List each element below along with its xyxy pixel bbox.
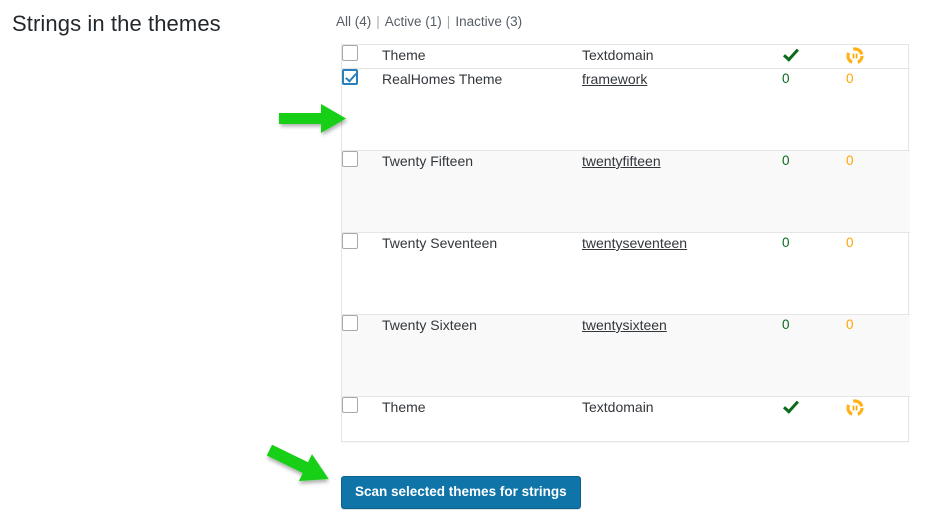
filter-links: All (4) | Active (1) | Inactive (3) bbox=[336, 14, 522, 29]
filter-link-active[interactable]: Active (1) bbox=[385, 14, 442, 29]
column-header-theme[interactable]: Theme bbox=[382, 45, 582, 69]
table-row: Twenty Seventeen twentyseventeen 0 0 bbox=[342, 233, 910, 315]
row-checkbox-cell bbox=[342, 151, 382, 233]
textdomain-link[interactable]: twentyfifteen bbox=[582, 153, 661, 169]
textdomain-link[interactable]: framework bbox=[582, 71, 647, 87]
annotation-arrow-button bbox=[260, 444, 340, 495]
column-footer-sync[interactable] bbox=[846, 397, 910, 441]
select-all-checkbox[interactable] bbox=[342, 45, 358, 61]
needs-update-count: 0 bbox=[846, 71, 854, 86]
table-row: RealHomes Theme framework 0 0 bbox=[342, 69, 910, 151]
page-title: Strings in the themes bbox=[12, 11, 221, 36]
needs-update-count: 0 bbox=[846, 317, 854, 332]
column-footer-textdomain[interactable]: Textdomain bbox=[582, 397, 782, 441]
textdomain-cell: framework bbox=[582, 69, 782, 151]
row-checkbox-cell bbox=[342, 69, 382, 151]
themes-table: Theme Textdomain RealHomes Theme framewo… bbox=[341, 44, 910, 442]
select-all-footer-cell bbox=[342, 397, 382, 441]
select-all-footer-checkbox[interactable] bbox=[342, 397, 358, 413]
scan-selected-themes-button[interactable]: Scan selected themes for strings bbox=[341, 476, 581, 509]
table-footer-row: Theme Textdomain bbox=[342, 397, 910, 441]
theme-name: RealHomes Theme bbox=[382, 71, 503, 87]
textdomain-cell: twentysixteen bbox=[582, 315, 782, 397]
textdomain-cell: twentyseventeen bbox=[582, 233, 782, 315]
theme-name: Twenty Seventeen bbox=[382, 235, 498, 251]
translated-count: 0 bbox=[782, 153, 790, 168]
select-all-cell bbox=[342, 45, 382, 69]
textdomain-cell: twentyfifteen bbox=[582, 151, 782, 233]
column-header-translated[interactable] bbox=[782, 45, 846, 69]
row-checkbox[interactable] bbox=[342, 151, 358, 167]
translated-count: 0 bbox=[782, 235, 790, 250]
row-checkbox-cell bbox=[342, 233, 382, 315]
column-footer-theme[interactable]: Theme bbox=[382, 397, 582, 441]
theme-name: Twenty Fifteen bbox=[382, 153, 474, 169]
translated-count: 0 bbox=[782, 71, 790, 86]
row-checkbox[interactable] bbox=[342, 315, 358, 331]
filter-link-inactive[interactable]: Inactive (3) bbox=[455, 14, 522, 29]
table-row: Twenty Sixteen twentysixteen 0 0 bbox=[342, 314, 910, 397]
filter-separator: | bbox=[446, 14, 451, 29]
annotation-arrow-checkbox bbox=[276, 100, 350, 143]
check-icon bbox=[782, 45, 800, 63]
filter-separator: | bbox=[376, 14, 380, 29]
translated-count: 0 bbox=[782, 317, 790, 332]
needs-update-count: 0 bbox=[846, 235, 854, 250]
textdomain-link[interactable]: twentysixteen bbox=[582, 317, 667, 333]
theme-name: Twenty Sixteen bbox=[382, 317, 477, 333]
check-icon bbox=[782, 397, 800, 415]
sync-icon bbox=[846, 47, 864, 65]
table-header-row: Theme Textdomain bbox=[342, 45, 910, 69]
textdomain-link[interactable]: twentyseventeen bbox=[582, 235, 687, 251]
column-header-textdomain[interactable]: Textdomain bbox=[582, 45, 782, 69]
table-row: Twenty Fifteen twentyfifteen 0 0 bbox=[342, 150, 910, 233]
needs-update-count: 0 bbox=[846, 153, 854, 168]
row-checkbox-cell bbox=[342, 315, 382, 397]
row-checkbox[interactable] bbox=[342, 69, 358, 85]
filter-link-all[interactable]: All (4) bbox=[336, 14, 371, 29]
row-checkbox[interactable] bbox=[342, 233, 358, 249]
column-header-sync[interactable] bbox=[846, 45, 910, 69]
column-footer-translated[interactable] bbox=[782, 397, 846, 441]
sync-icon bbox=[846, 399, 864, 417]
